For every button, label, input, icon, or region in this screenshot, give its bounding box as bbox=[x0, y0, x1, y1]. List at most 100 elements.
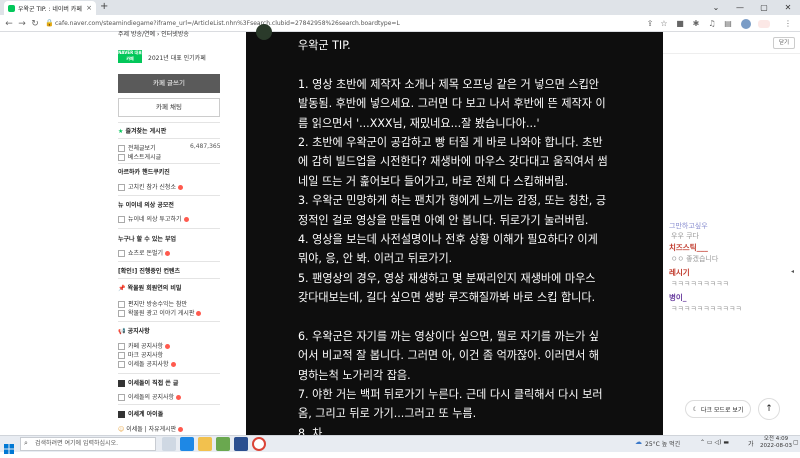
board-icon bbox=[118, 394, 125, 401]
board-link[interactable]: 고치킨 참가 신청소 bbox=[118, 182, 183, 191]
lock-icon[interactable]: 🔒 bbox=[45, 19, 54, 27]
caption-line: 옴, 그리고 뒤로 가기...그러고 또 누름. bbox=[298, 407, 477, 421]
notification-icon[interactable]: ▢ bbox=[793, 439, 799, 446]
dark-mode-button[interactable]: ☾ 다크 모드로 보기 bbox=[685, 400, 751, 418]
minimize-button[interactable]: — bbox=[728, 0, 752, 15]
task-view-icon[interactable] bbox=[162, 437, 176, 451]
extensions-puzzle-icon[interactable]: ✱ bbox=[690, 15, 702, 32]
caption-line: 우왁군 TIP. bbox=[298, 39, 351, 52]
chat-username[interactable]: 병이_ bbox=[669, 292, 687, 303]
board-icon bbox=[118, 301, 125, 308]
chrome-icon[interactable] bbox=[252, 437, 266, 451]
new-badge-icon bbox=[165, 251, 171, 256]
section-title: 이세계 아이돌 bbox=[118, 409, 163, 418]
tab-close-icon[interactable]: × bbox=[86, 4, 92, 12]
megaphone-icon: 📢 bbox=[118, 328, 126, 335]
address-bar[interactable]: cafe.naver.com/steamindiegame?iframe_url… bbox=[55, 18, 435, 29]
naver-cafe-favicon-icon bbox=[8, 4, 15, 12]
maximize-button[interactable]: ▢ bbox=[752, 0, 776, 15]
best-posts-link[interactable]: 베스트게시글 bbox=[118, 152, 161, 161]
all-posts-count: 6,487,365 bbox=[190, 143, 221, 150]
video-caption-text: 우왁군 TIP. 1. 영상 초반에 제작자 소개나 제목 오프닝 같은 거 넣으… bbox=[298, 36, 658, 443]
caption-line: 네일 뜨는 거 훑어보다 들어가고, 바로 전체 다 스킵해버림. bbox=[298, 174, 569, 188]
section-title: 📢 공지사항 bbox=[118, 328, 150, 335]
new-badge-icon bbox=[183, 217, 189, 222]
app-icon[interactable] bbox=[234, 437, 248, 451]
board-icon bbox=[118, 361, 125, 368]
board-icon bbox=[118, 352, 125, 359]
chat-username[interactable]: 치즈스틱___ bbox=[669, 242, 708, 253]
caption-line: 4. 영상을 보는데 사전설명이나 전후 상황 이해가 필요하다? 이게 bbox=[298, 232, 598, 246]
weather-icon: ☁ bbox=[635, 438, 642, 446]
caption-line: 6. 우왁군은 자기를 까는 영상이다 싶으면, 뭘로 자기를 까는가 싶 bbox=[298, 329, 600, 343]
tab-search-icon[interactable]: ⌄ bbox=[704, 0, 728, 15]
share-icon[interactable]: ⇪ bbox=[644, 15, 656, 32]
ime-indicator[interactable]: 가 bbox=[748, 439, 754, 448]
moon-icon: ☾ bbox=[692, 405, 698, 413]
close-window-button[interactable]: ✕ bbox=[776, 0, 800, 15]
board-link[interactable]: 쇼츠로 돈벌기 bbox=[118, 248, 171, 257]
weather-text[interactable]: 25°C 높 먹긴 bbox=[645, 439, 680, 448]
live-chat-panel: 닫기 그만하고싶우 우우 쿠다 치즈스틱___ ㅇㅇ 좋겠습니다 레시기 ㅋㅋㅋ… bbox=[663, 32, 800, 435]
board-link[interactable]: ☺ 이세돌 | 자유게시판 bbox=[118, 424, 184, 433]
browser-tab-strip: 우왁군 TIP. : 네이버 카페 × + ⌄ — ▢ ✕ bbox=[0, 0, 800, 15]
chat-message: ㅋㅋㅋㅋㅋㅋㅋㅋㅋㅋㅋ bbox=[671, 305, 742, 313]
new-badge-icon bbox=[170, 362, 176, 367]
reading-list-icon[interactable]: ▤ bbox=[722, 15, 734, 32]
chrome-menu-icon[interactable]: ⋮ bbox=[782, 15, 794, 32]
new-badge-icon bbox=[177, 185, 183, 190]
board-link[interactable]: 카페 공지사항 bbox=[118, 341, 171, 350]
new-badge-icon bbox=[165, 344, 171, 349]
board-link[interactable]: 이세돌의 공지사항 bbox=[118, 392, 182, 401]
cafe-side-menu: 주제 방송/연예 › 인터넷방송 NAVER 대표카페 2021년 대표 인기카… bbox=[0, 29, 230, 435]
board-icon bbox=[118, 184, 125, 191]
clock-time: 오전 4:09 bbox=[763, 436, 789, 442]
board-link[interactable]: 마크 공지사항 bbox=[118, 350, 163, 359]
favorites-title[interactable]: ★ 즐겨찾는 게시판 bbox=[118, 126, 166, 135]
board-link[interactable]: 왁물원 광고 이야기 게시판 bbox=[118, 308, 202, 317]
board-icon bbox=[118, 154, 125, 161]
naver-representative-badge: NAVER 대표카페 bbox=[118, 50, 142, 63]
emoji-icon: ☺ bbox=[118, 426, 125, 433]
chat-close-button[interactable]: 닫기 bbox=[773, 37, 795, 49]
chat-username[interactable]: 레시기 bbox=[669, 267, 690, 278]
scroll-to-top-button[interactable]: ↑ bbox=[758, 398, 780, 420]
caption-line: 5. 팬영상의 경우, 영상 재생하고 몇 분짜리인지 재생바에 마우스 bbox=[298, 271, 596, 285]
all-posts-link[interactable]: 전체글보기 bbox=[118, 143, 156, 152]
caption-line: 3. 우왁군 민망하게 하는 팬치가 형에게 느끼는 감정, 또는 칭찬, 긍 bbox=[298, 194, 607, 208]
caption-line: 에 감히 빌드업을 시전한다? 재생바에 마우스 갖다대고 움직여서 썸 bbox=[298, 155, 608, 169]
pin-icon: 📌 bbox=[118, 285, 126, 292]
video-player[interactable]: 우왁군 TIP. 1. 영상 초반에 제작자 소개나 제목 오프닝 같은 거 넣으… bbox=[246, 24, 663, 440]
windows-start-icon[interactable] bbox=[4, 439, 14, 454]
chat-scroll-icon[interactable]: ◂ bbox=[791, 268, 794, 275]
reload-icon[interactable]: ↻ bbox=[28, 15, 42, 32]
forward-icon[interactable]: → bbox=[15, 15, 29, 32]
caption-line: 1. 영상 초반에 제작자 소개나 제목 오프닝 같은 거 넣으면 스킵안 bbox=[298, 77, 600, 91]
cafe-write-button[interactable]: 카페 글쓰기 bbox=[118, 74, 220, 93]
chat-message: ㅇㅇ 좋겠습니다 bbox=[671, 255, 719, 263]
extension-icon[interactable]: ■ bbox=[674, 15, 686, 32]
divider bbox=[118, 122, 220, 123]
new-tab-button[interactable]: + bbox=[100, 1, 108, 13]
cafe-topic-links[interactable]: 주제 방송/연예 › 인터넷방송 bbox=[118, 29, 189, 38]
cafe-chat-button[interactable]: 카페 채팅 bbox=[118, 98, 220, 117]
minecraft-icon[interactable] bbox=[216, 437, 230, 451]
clock[interactable]: 오전 4:09 2022-08-03 bbox=[760, 436, 792, 450]
caption-line: 뭐야, 응, 안 봐. 이러고 뒤로가기. bbox=[298, 252, 453, 266]
taskbar-search-input[interactable]: 검색하려면 여기에 입력하십시오. bbox=[20, 437, 156, 451]
profile-avatar[interactable] bbox=[740, 15, 752, 32]
update-icon[interactable] bbox=[758, 15, 770, 32]
file-explorer-icon[interactable] bbox=[198, 437, 212, 451]
chat-message: ㅋㅋㅋㅋㅋㅋㅋㅋㅋ bbox=[671, 280, 729, 288]
edge-icon[interactable] bbox=[180, 437, 194, 451]
bookmark-star-icon[interactable]: ☆ bbox=[658, 15, 670, 32]
browser-tab[interactable]: 우왁군 TIP. : 네이버 카페 × bbox=[4, 1, 96, 15]
board-link[interactable]: 이세돌 공지사항 bbox=[118, 359, 176, 368]
tray-icons[interactable]: ⌃ ▭ ◁) ▬ bbox=[700, 439, 729, 446]
new-badge-icon bbox=[176, 395, 182, 400]
media-icon[interactable]: ♫ bbox=[706, 15, 718, 32]
tab-title: 우왁군 TIP. : 네이버 카페 bbox=[18, 5, 82, 13]
board-link[interactable]: 뉴이네 의상 투고하기 bbox=[118, 214, 189, 223]
back-icon[interactable]: ← bbox=[2, 15, 16, 32]
board-link[interactable]: 편지만 방송수익는 참만 bbox=[118, 299, 187, 308]
